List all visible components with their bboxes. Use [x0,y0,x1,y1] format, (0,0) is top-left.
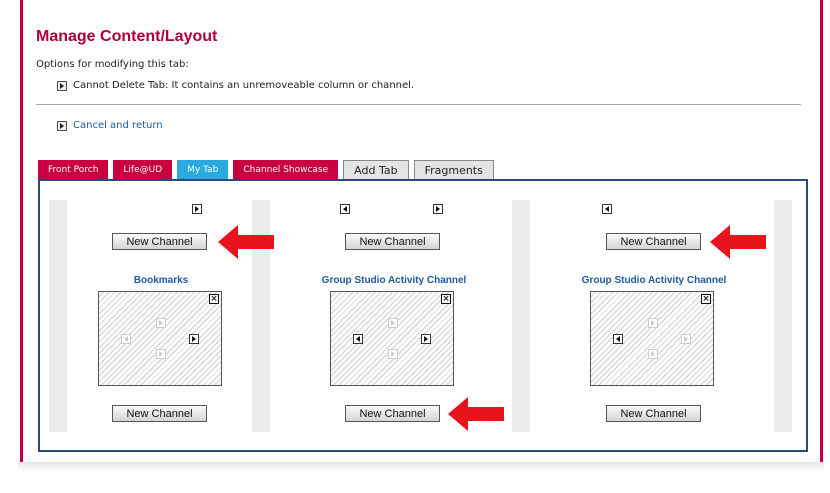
layout-panel: New Channel Bookmarks × New Channel New … [38,179,808,452]
move-up-icon [388,318,398,328]
page-frame: Manage Content/Layout Options for modify… [20,0,823,463]
new-channel-button[interactable]: New Channel [112,233,207,250]
bullet-arrow-icon [57,120,67,131]
cancel-row[interactable]: Cancel and return [57,120,163,131]
cancel-return-link[interactable]: Cancel and return [73,120,163,131]
channel-box[interactable]: × [330,291,454,386]
divider [36,104,801,105]
new-channel-button[interactable]: New Channel [345,233,440,250]
channel-title[interactable]: Bookmarks [96,275,226,286]
new-channel-button[interactable]: New Channel [606,233,701,250]
tab-my-tab[interactable]: My Tab [177,160,229,179]
move-up-icon [648,318,658,328]
new-channel-button[interactable]: New Channel [112,405,207,422]
move-down-icon [388,349,398,359]
move-left-icon [121,334,131,344]
column-separator[interactable] [512,200,530,432]
tab-front-porch[interactable]: Front Porch [38,160,109,179]
move-right-icon[interactable] [421,334,431,344]
channel-box[interactable]: × [98,291,222,386]
red-arrow-icon [710,225,766,259]
tab-bar: Front Porch Life@UD My Tab Channel Showc… [38,160,494,179]
bullet-arrow-icon [57,80,67,91]
column-separator[interactable] [49,200,67,432]
cannot-delete-row: Cannot Delete Tab: It contains an unremo… [57,80,414,91]
move-column-left-icon[interactable] [340,204,350,214]
channel-title[interactable]: Group Studio Activity Channel [306,275,482,286]
red-arrow-icon [218,225,274,259]
close-icon[interactable]: × [701,294,711,304]
red-arrow-icon [448,397,504,431]
move-down-icon [648,349,658,359]
tab-channel-showcase[interactable]: Channel Showcase [233,160,339,179]
channel-box[interactable]: × [590,291,714,386]
move-left-icon[interactable] [353,334,363,344]
new-channel-button[interactable]: New Channel [345,405,440,422]
move-down-icon [156,349,166,359]
tab-life-ud[interactable]: Life@UD [113,160,173,179]
new-channel-button[interactable]: New Channel [606,405,701,422]
cannot-delete-text: Cannot Delete Tab: It contains an unremo… [73,80,415,91]
close-icon[interactable]: × [441,294,451,304]
add-tab-button[interactable]: Add Tab [343,160,409,179]
fragments-button[interactable]: Fragments [413,160,494,179]
move-up-icon [156,318,166,328]
move-left-icon[interactable] [613,334,623,344]
channel-title[interactable]: Group Studio Activity Channel [566,275,742,286]
column-separator[interactable] [774,200,792,432]
move-column-right-icon[interactable] [433,204,443,214]
move-right-icon [681,334,691,344]
move-column-left-icon[interactable] [602,204,612,214]
move-column-right-icon[interactable] [192,204,202,214]
options-heading: Options for modifying this tab: [36,59,189,70]
bottom-shadow [18,462,824,472]
close-icon[interactable]: × [209,294,219,304]
page-title: Manage Content/Layout [36,28,218,45]
move-right-icon[interactable] [189,334,199,344]
